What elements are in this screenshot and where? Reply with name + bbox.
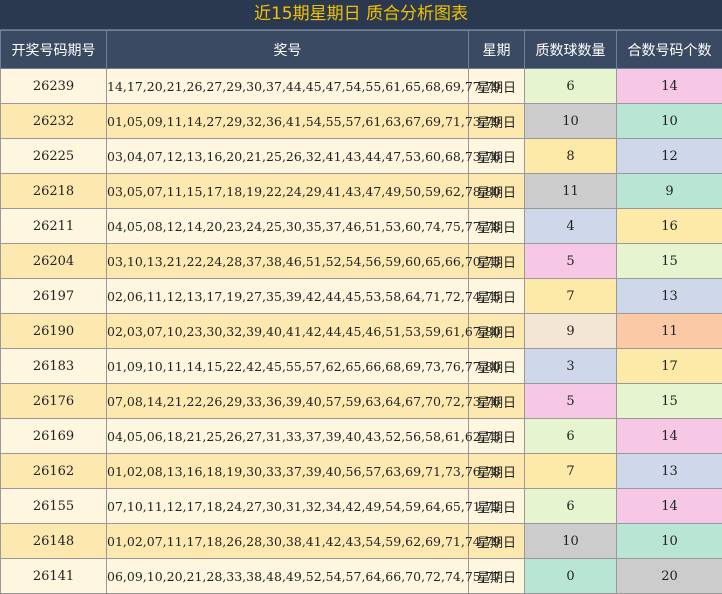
issue-cell: 26204 — [1, 244, 107, 279]
table-row: 2616201,02,08,13,16,18,19,30,33,37,39,40… — [1, 454, 722, 489]
header-composite-count: 合数号码个数 — [617, 31, 722, 69]
issue-cell: 26155 — [1, 489, 107, 524]
table-row: 2623201,05,09,11,14,27,29,32,36,41,54,55… — [1, 104, 722, 139]
analysis-table: 开奖号码期号 奖号 星期 质数球数量 合数号码个数 2623914,17,20,… — [0, 30, 722, 594]
issue-cell: 26197 — [1, 279, 107, 314]
weekday-cell: 星期日 — [469, 244, 525, 279]
composite-count-cell: 12 — [617, 139, 722, 174]
numbers-cell: 02,03,07,10,23,30,32,39,40,41,42,44,45,4… — [107, 314, 469, 349]
composite-count-cell: 11 — [617, 314, 722, 349]
table-row: 2621104,05,08,12,14,20,23,24,25,30,35,37… — [1, 209, 722, 244]
numbers-cell: 04,05,06,18,21,25,26,27,31,33,37,39,40,4… — [107, 419, 469, 454]
weekday-cell: 星期日 — [469, 174, 525, 209]
composite-count-cell: 9 — [617, 174, 722, 209]
table-row: 2619002,03,07,10,23,30,32,39,40,41,42,44… — [1, 314, 722, 349]
weekday-cell: 星期日 — [469, 104, 525, 139]
header-numbers: 奖号 — [107, 31, 469, 69]
issue-cell: 26239 — [1, 69, 107, 104]
weekday-cell: 星期日 — [469, 349, 525, 384]
header-prime-count: 质数球数量 — [525, 31, 617, 69]
composite-count-cell: 14 — [617, 489, 722, 524]
weekday-cell: 星期日 — [469, 419, 525, 454]
numbers-cell: 01,09,10,11,14,15,22,42,45,55,57,62,65,6… — [107, 349, 469, 384]
weekday-cell: 星期日 — [469, 489, 525, 524]
prime-count-cell: 10 — [525, 524, 617, 559]
header-row: 开奖号码期号 奖号 星期 质数球数量 合数号码个数 — [1, 31, 722, 69]
table-body: 2623914,17,20,21,26,27,29,30,37,44,45,47… — [1, 69, 722, 594]
prime-count-cell: 5 — [525, 384, 617, 419]
weekday-cell: 星期日 — [469, 314, 525, 349]
table-row: 2618301,09,10,11,14,15,22,42,45,55,57,62… — [1, 349, 722, 384]
prime-count-cell: 5 — [525, 244, 617, 279]
issue-cell: 26169 — [1, 419, 107, 454]
weekday-cell: 星期日 — [469, 384, 525, 419]
prime-count-cell: 3 — [525, 349, 617, 384]
weekday-cell: 星期日 — [469, 524, 525, 559]
numbers-cell: 01,02,07,11,17,18,26,28,30,38,41,42,43,5… — [107, 524, 469, 559]
header-weekday: 星期 — [469, 31, 525, 69]
composite-count-cell: 15 — [617, 244, 722, 279]
issue-cell: 26190 — [1, 314, 107, 349]
prime-count-cell: 9 — [525, 314, 617, 349]
prime-count-cell: 4 — [525, 209, 617, 244]
prime-count-cell: 7 — [525, 279, 617, 314]
weekday-cell: 星期日 — [469, 209, 525, 244]
composite-count-cell: 13 — [617, 454, 722, 489]
weekday-cell: 星期日 — [469, 69, 525, 104]
table-row: 2620403,10,13,21,22,24,28,37,38,46,51,52… — [1, 244, 722, 279]
numbers-cell: 07,10,11,12,17,18,24,27,30,31,32,34,42,4… — [107, 489, 469, 524]
issue-cell: 26183 — [1, 349, 107, 384]
composite-count-cell: 17 — [617, 349, 722, 384]
composite-count-cell: 14 — [617, 69, 722, 104]
table-row: 2615507,10,11,12,17,18,24,27,30,31,32,34… — [1, 489, 722, 524]
prime-count-cell: 8 — [525, 139, 617, 174]
composite-count-cell: 10 — [617, 524, 722, 559]
issue-cell: 26141 — [1, 559, 107, 594]
composite-count-cell: 16 — [617, 209, 722, 244]
weekday-cell: 星期日 — [469, 139, 525, 174]
issue-cell: 26211 — [1, 209, 107, 244]
prime-count-cell: 6 — [525, 69, 617, 104]
issue-cell: 26148 — [1, 524, 107, 559]
issue-cell: 26232 — [1, 104, 107, 139]
prime-count-cell: 11 — [525, 174, 617, 209]
weekday-cell: 星期日 — [469, 279, 525, 314]
prime-count-cell: 6 — [525, 419, 617, 454]
numbers-cell: 07,08,14,21,22,26,29,33,36,39,40,57,59,6… — [107, 384, 469, 419]
issue-cell: 26218 — [1, 174, 107, 209]
table-row: 2621803,05,07,11,15,17,18,19,22,24,29,41… — [1, 174, 722, 209]
numbers-cell: 03,10,13,21,22,24,28,37,38,46,51,52,54,5… — [107, 244, 469, 279]
numbers-cell: 03,05,07,11,15,17,18,19,22,24,29,41,43,4… — [107, 174, 469, 209]
numbers-cell: 01,05,09,11,14,27,29,32,36,41,54,55,57,6… — [107, 104, 469, 139]
header-issue: 开奖号码期号 — [1, 31, 107, 69]
prime-count-cell: 0 — [525, 559, 617, 594]
numbers-cell: 03,04,07,12,13,16,20,21,25,26,32,41,43,4… — [107, 139, 469, 174]
composite-count-cell: 15 — [617, 384, 722, 419]
page-title: 近15期星期日 质合分析图表 — [0, 0, 722, 30]
composite-count-cell: 13 — [617, 279, 722, 314]
numbers-cell: 02,06,11,12,13,17,19,27,35,39,42,44,45,5… — [107, 279, 469, 314]
issue-cell: 26162 — [1, 454, 107, 489]
table-row: 2614801,02,07,11,17,18,26,28,30,38,41,42… — [1, 524, 722, 559]
composite-count-cell: 14 — [617, 419, 722, 454]
prime-count-cell: 10 — [525, 104, 617, 139]
weekday-cell: 星期日 — [469, 454, 525, 489]
prime-count-cell: 6 — [525, 489, 617, 524]
table-row: 2622503,04,07,12,13,16,20,21,25,26,32,41… — [1, 139, 722, 174]
numbers-cell: 04,05,08,12,14,20,23,24,25,30,35,37,46,5… — [107, 209, 469, 244]
prime-count-cell: 7 — [525, 454, 617, 489]
issue-cell: 26176 — [1, 384, 107, 419]
table-row: 2614106,09,10,20,21,28,33,38,48,49,52,54… — [1, 559, 722, 594]
numbers-cell: 01,02,08,13,16,18,19,30,33,37,39,40,56,5… — [107, 454, 469, 489]
composite-count-cell: 20 — [617, 559, 722, 594]
composite-count-cell: 10 — [617, 104, 722, 139]
numbers-cell: 14,17,20,21,26,27,29,30,37,44,45,47,54,5… — [107, 69, 469, 104]
table-row: 2617607,08,14,21,22,26,29,33,36,39,40,57… — [1, 384, 722, 419]
table-row: 2619702,06,11,12,13,17,19,27,35,39,42,44… — [1, 279, 722, 314]
numbers-cell: 06,09,10,20,21,28,33,38,48,49,52,54,57,6… — [107, 559, 469, 594]
table-row: 2616904,05,06,18,21,25,26,27,31,33,37,39… — [1, 419, 722, 454]
weekday-cell: 星期日 — [469, 559, 525, 594]
issue-cell: 26225 — [1, 139, 107, 174]
table-row: 2623914,17,20,21,26,27,29,30,37,44,45,47… — [1, 69, 722, 104]
